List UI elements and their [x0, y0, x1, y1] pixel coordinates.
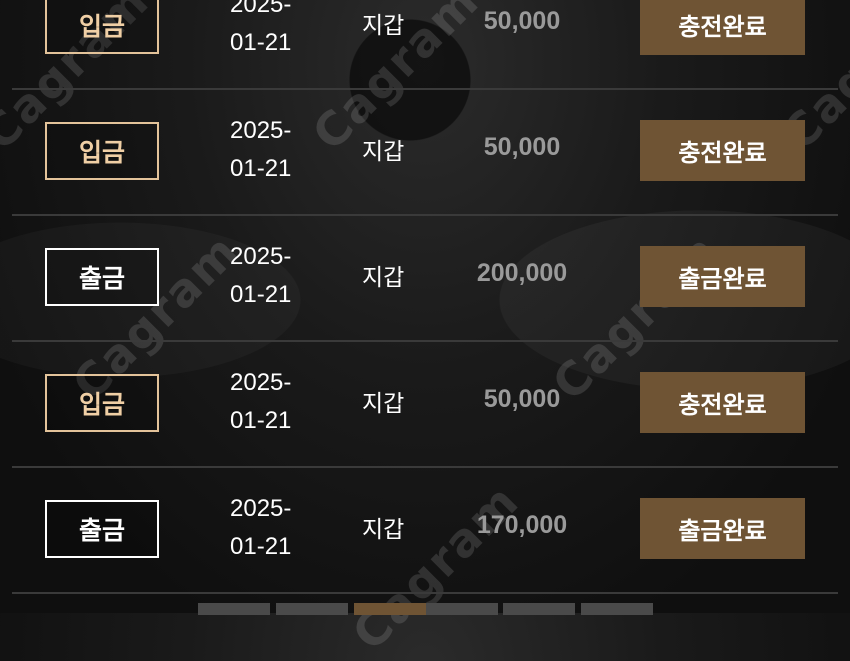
- date-year: 2025-: [230, 495, 292, 522]
- wallet-label: 지갑: [362, 265, 405, 291]
- status-button[interactable]: 출금완료: [640, 246, 805, 307]
- date-day: 01-21: [230, 155, 292, 182]
- page-button[interactable]: [276, 603, 348, 615]
- transaction-date: 2025- 01-21: [230, 238, 320, 314]
- transaction-amount: 200,000: [476, 259, 568, 287]
- page-button[interactable]: [581, 603, 653, 615]
- page-button[interactable]: [503, 603, 575, 615]
- transaction-date: 2025- 01-21: [230, 490, 320, 566]
- withdraw-badge: 출금: [45, 248, 159, 306]
- date-year: 2025-: [230, 243, 292, 270]
- date-year: 2025-: [230, 117, 292, 144]
- transaction-amount: 50,000: [483, 7, 561, 35]
- transaction-list: 입금 2025- 01-21 지갑 50,000 충전완료 입금 2025- 0…: [12, 0, 838, 594]
- page-button[interactable]: [426, 603, 498, 615]
- deposit-badge: 입금: [45, 374, 159, 432]
- pagination: [0, 603, 850, 615]
- status-button[interactable]: 출금완료: [640, 498, 805, 559]
- page-button-active[interactable]: [354, 603, 426, 615]
- deposit-badge: 입금: [45, 122, 159, 180]
- transaction-date: 2025- 01-21: [230, 112, 320, 188]
- transaction-row: 입금 2025- 01-21 지갑 50,000 충전완료: [12, 342, 838, 468]
- transaction-amount: 50,000: [483, 133, 561, 161]
- status-button[interactable]: 충전완료: [640, 372, 805, 433]
- transaction-amount: 170,000: [476, 511, 568, 539]
- date-day: 01-21: [230, 533, 292, 560]
- transaction-date: 2025- 01-21: [230, 364, 320, 440]
- transaction-row: 출금 2025- 01-21 지갑 170,000 출금완료: [12, 468, 838, 594]
- date-year: 2025-: [230, 0, 292, 18]
- status-button[interactable]: 충전완료: [640, 120, 805, 181]
- transaction-amount: 50,000: [483, 385, 561, 413]
- withdraw-badge: 출금: [45, 500, 159, 558]
- wallet-label: 지갑: [362, 517, 405, 543]
- wallet-label: 지갑: [362, 13, 405, 39]
- date-year: 2025-: [230, 369, 292, 396]
- date-day: 01-21: [230, 407, 292, 434]
- wallet-label: 지갑: [362, 391, 405, 417]
- status-button[interactable]: 충전완료: [640, 0, 805, 55]
- deposit-badge: 입금: [45, 0, 159, 54]
- wallet-label: 지갑: [362, 139, 405, 165]
- transaction-date: 2025- 01-21: [230, 0, 320, 62]
- transaction-row: 입금 2025- 01-21 지갑 50,000 충전완료: [12, 0, 838, 90]
- date-day: 01-21: [230, 29, 292, 56]
- transaction-row: 입금 2025- 01-21 지갑 50,000 충전완료: [12, 90, 838, 216]
- transaction-row: 출금 2025- 01-21 지갑 200,000 출금완료: [12, 216, 838, 342]
- date-day: 01-21: [230, 281, 292, 308]
- page-button[interactable]: [198, 603, 270, 615]
